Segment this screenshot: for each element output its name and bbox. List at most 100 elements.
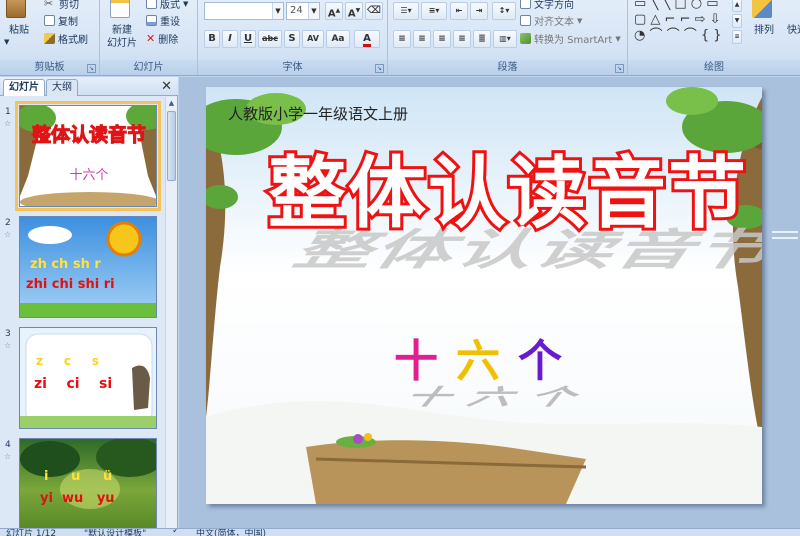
cut-button[interactable]: ✂ 剪切 xyxy=(44,0,79,11)
align-right-button[interactable]: ≡ xyxy=(433,30,451,48)
slides-pane: 幻灯片 大纲 ✕ 1 ☆ 整体认读音节 十六个 2 ☆ zh ch sh r z… xyxy=(0,77,178,528)
thumb-2-line1: zh ch sh r xyxy=(30,257,101,272)
current-slide[interactable]: 人教版小学一年级语文上册 整体认读音节 整体认读音节 十十六六个个 xyxy=(206,87,762,504)
layout-button[interactable]: 版式 ▼ xyxy=(146,0,188,11)
tab-slides[interactable]: 幻灯片 xyxy=(3,79,45,96)
italic-button[interactable]: I xyxy=(222,30,238,48)
close-icon[interactable]: ✕ xyxy=(161,79,172,94)
spellcheck-icon[interactable]: ✓ xyxy=(172,529,180,536)
tab-outline[interactable]: 大纲 xyxy=(46,79,78,96)
bold-button[interactable]: B xyxy=(204,30,220,48)
paste-icon[interactable] xyxy=(6,0,32,18)
new-slide-button[interactable]: 新建 幻灯片 xyxy=(102,24,142,50)
reset-icon xyxy=(146,15,157,26)
slides-group: 新建 幻灯片 版式 ▼ 重设 ✕ 删除 幻灯片 xyxy=(100,0,198,75)
subtitle-char: 六 xyxy=(456,336,500,387)
thumb-2-line2: zhi chi shi ri xyxy=(26,277,115,292)
theme-name[interactable]: "默认设计模板" xyxy=(84,529,146,536)
arrange-icon[interactable] xyxy=(752,0,772,18)
scissors-icon: ✂ xyxy=(44,0,54,10)
paintbrush-icon xyxy=(44,33,55,44)
grow-font-button[interactable]: A▲ xyxy=(325,2,343,20)
shapes-scroll-up-icon[interactable]: ▲ xyxy=(732,0,742,12)
underline-button[interactable]: U xyxy=(240,30,256,48)
subtitle-char: 十 xyxy=(394,336,438,387)
char-spacing-button[interactable]: AV xyxy=(302,30,324,48)
thumbnail-slide-3[interactable]: z c s zi ci si xyxy=(19,327,157,429)
smartart-icon xyxy=(520,33,531,44)
font-color-button[interactable]: A xyxy=(354,30,380,48)
font-launcher-icon[interactable]: ↘ xyxy=(375,64,384,73)
text-direction-button[interactable]: 文字方向 xyxy=(520,0,574,11)
convert-smartart-button[interactable]: 转换为 SmartArt ▼ xyxy=(520,31,621,46)
new-slide-icon[interactable] xyxy=(110,0,130,18)
delete-slide-button[interactable]: ✕ 删除 xyxy=(146,31,178,46)
font-size-combo[interactable]: 24 ▼ xyxy=(286,2,320,20)
numbering-button[interactable]: ≡▾ xyxy=(421,2,447,20)
thumb-4-line1: i u ü xyxy=(44,469,113,484)
line-spacing-button[interactable]: ↕▾ xyxy=(492,2,516,20)
transition-star-icon: ☆ xyxy=(4,119,12,128)
shapes-row-2[interactable]: ▢ △ ⌐ ⌐ ⇨ ⇩ xyxy=(634,13,721,26)
thumbnail-slide-1[interactable]: 整体认读音节 十六个 xyxy=(15,101,161,211)
strikethrough-button[interactable]: abc xyxy=(258,30,282,48)
shapes-row-1[interactable]: ▭ ╲ ╲ □ ○ ▭ xyxy=(634,0,719,10)
clear-format-button[interactable]: ⌫ xyxy=(365,2,383,20)
align-text-icon xyxy=(520,15,531,26)
paragraph-launcher-icon[interactable]: ↘ xyxy=(615,64,624,73)
align-center-button[interactable]: ≡ xyxy=(413,30,431,48)
clipboard-group-label: 剪贴板 xyxy=(0,60,99,75)
thumb-4-line2: yi wu yu xyxy=(40,491,115,506)
copy-button[interactable]: 复制 xyxy=(44,13,78,28)
cut-label: 剪切 xyxy=(59,0,79,11)
shapes-row-3[interactable]: ◔ ⌒ ⌒ ⌒ { } xyxy=(634,29,722,42)
arrange-button[interactable]: 排列 xyxy=(748,24,780,37)
thumb-1-subtitle: 十六个 xyxy=(69,168,109,183)
shrink-font-button[interactable]: A▼ xyxy=(345,2,363,20)
pane-splitter-handle[interactable] xyxy=(772,227,800,245)
delete-x-icon: ✕ xyxy=(146,32,156,45)
thumbnail-slide-4[interactable]: i u ü yi wu yu xyxy=(19,438,157,528)
distributed-button[interactable]: ≣ xyxy=(473,30,491,48)
transition-star-icon: ☆ xyxy=(4,230,12,239)
bullets-button[interactable]: ☰▾ xyxy=(393,2,419,20)
shapes-scroll-down-icon[interactable]: ▼ xyxy=(732,14,742,28)
thumb-1-title: 整体认读音节 xyxy=(31,124,146,147)
drawing-group: ▭ ╲ ╲ □ ○ ▭ ▢ △ ⌐ ⌐ ⇨ ⇩ ◔ ⌒ ⌒ ⌒ { } ▲ ▼ … xyxy=(628,0,800,75)
change-case-button[interactable]: Aa xyxy=(326,30,350,48)
slide-count: 幻灯片 1/12 xyxy=(6,529,57,536)
shapes-more-icon[interactable]: ≡ xyxy=(732,30,742,44)
paste-button[interactable]: 粘贴 xyxy=(4,24,34,37)
delete-label: 删除 xyxy=(158,35,179,46)
align-text-button[interactable]: 对齐文本 ▼ xyxy=(520,13,582,28)
increase-indent-button[interactable]: ⇥ xyxy=(470,2,488,20)
paste-dropdown-icon[interactable]: ▼ xyxy=(4,38,32,46)
reset-button[interactable]: 重设 xyxy=(146,13,180,28)
thumbnail-list: 1 ☆ 整体认读音节 十六个 2 ☆ zh ch sh r zhi chi sh… xyxy=(0,97,165,528)
columns-button[interactable]: ▥▾ xyxy=(493,30,517,48)
font-name-combo[interactable]: ▼ xyxy=(204,2,284,20)
scrollbar-thumb[interactable] xyxy=(167,111,176,181)
thumbnail-slide-2[interactable]: zh ch sh r zhi chi shi ri xyxy=(19,216,157,318)
slide-header: 人教版小学一年级语文上册 xyxy=(228,105,409,123)
thumb-3-line2: zi ci si xyxy=(34,376,113,392)
font-group-label: 字体 xyxy=(198,60,387,75)
clipboard-launcher-icon[interactable]: ↘ xyxy=(87,64,96,73)
language[interactable]: 中文(简体，中国) xyxy=(196,529,266,536)
font-group: ▼ 24 ▼ A▲ A▼ ⌫ B I U abc S AV Aa A 字体 ↘ xyxy=(198,0,388,75)
justify-button[interactable]: ≡ xyxy=(453,30,471,48)
decrease-indent-button[interactable]: ⇤ xyxy=(450,2,468,20)
new-slide-label-2: 幻灯片 xyxy=(107,38,137,49)
pane-tabs: 幻灯片 大纲 ✕ xyxy=(0,77,178,96)
shadow-button[interactable]: S xyxy=(284,30,300,48)
slide-number: 3 xyxy=(5,329,11,339)
thumbnail-scrollbar[interactable]: ▲ xyxy=(165,97,177,528)
format-painter-button[interactable]: 格式刷 xyxy=(44,31,88,46)
subtitle-char: 个 xyxy=(518,336,562,387)
quick-styles-button[interactable]: 快速 xyxy=(784,24,800,37)
align-left-button[interactable]: ≡ xyxy=(393,30,411,48)
slide-editing-area: 人教版小学一年级语文上册 整体认读音节 整体认读音节 十十六六个个 xyxy=(179,77,800,528)
scroll-up-icon[interactable]: ▲ xyxy=(166,97,177,109)
convert-smartart-label: 转换为 SmartArt xyxy=(534,35,613,46)
transition-star-icon: ☆ xyxy=(4,341,12,350)
